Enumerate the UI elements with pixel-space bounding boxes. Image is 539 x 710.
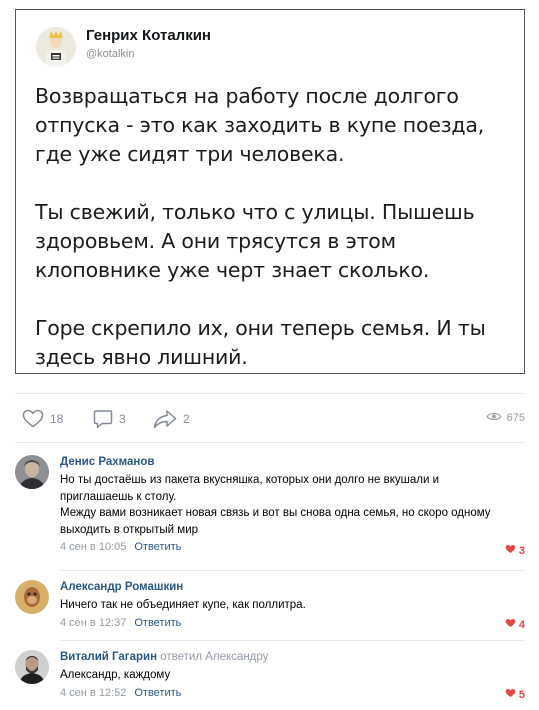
- comment-like-count: 4: [518, 618, 525, 631]
- view-count: 675: [506, 412, 525, 424]
- comment-count: 3: [119, 412, 126, 426]
- like-button[interactable]: 18: [22, 409, 63, 428]
- comment-meta: 4 сен в 12:52 Ответить: [60, 686, 515, 701]
- replied-to-label[interactable]: ответил Александру: [160, 651, 268, 663]
- commenter-name[interactable]: Денис Рахманов: [60, 455, 515, 470]
- heart-outline-icon: [22, 409, 44, 428]
- tweet-author-avatar[interactable]: [36, 27, 76, 67]
- comment-item: Денис Рахманов Но ты достаёшь из пакета …: [15, 455, 525, 565]
- divider: [60, 640, 525, 641]
- share-arrow-icon: [153, 409, 177, 429]
- post-action-bar: 18 3 2 675: [15, 404, 525, 434]
- heart-filled-icon: [505, 618, 516, 631]
- comment-like-button[interactable]: 5: [505, 688, 525, 701]
- comment-content: Денис Рахманов Но ты достаёшь из пакета …: [60, 455, 515, 555]
- speech-bubble-icon: [93, 409, 113, 429]
- tweet-author-handle[interactable]: @kotalkin: [86, 48, 134, 60]
- reply-link[interactable]: Ответить: [134, 541, 181, 553]
- comment-like-button[interactable]: 4: [505, 618, 525, 631]
- comment-text: Ничего так не объединяет купе, как полли…: [60, 599, 306, 611]
- comment-text: Александр, каждому: [60, 669, 171, 681]
- comment-content: Виталий Гагарин ответил Александру Алекс…: [60, 650, 515, 701]
- comment-meta: 4 сен в 12:37 Ответить: [60, 616, 515, 631]
- heart-filled-icon: [505, 544, 516, 557]
- tweet-paragraph-1: Возвращаться на работу после долгого отп…: [35, 84, 485, 166]
- eye-icon: [485, 411, 502, 425]
- tweet-paragraph-2: Ты свежий, только что с улицы. Пышешь зд…: [35, 200, 475, 282]
- comment-button[interactable]: 3: [93, 409, 126, 429]
- commenter-avatar[interactable]: [15, 650, 49, 684]
- comment-date[interactable]: 4 сен в 10:05: [60, 541, 126, 553]
- comment-content: Александр Ромашкин Ничего так не объедин…: [60, 580, 515, 631]
- like-count: 18: [50, 411, 64, 426]
- reply-link[interactable]: Ответить: [134, 687, 181, 699]
- comment-like-count: 5: [518, 688, 525, 701]
- tweet-author-name[interactable]: Генрих Коталкин: [86, 27, 211, 44]
- commenter-avatar[interactable]: [15, 580, 49, 614]
- view-counter: 675: [485, 411, 525, 425]
- divider: [60, 570, 525, 571]
- divider: [15, 393, 525, 394]
- comment-header: Виталий Гагарин ответил Александру: [60, 650, 515, 665]
- comment-item: Виталий Гагарин ответил Александру Алекс…: [15, 650, 525, 706]
- share-button[interactable]: 2: [153, 409, 190, 429]
- commenter-name[interactable]: Александр Ромашкин: [60, 580, 515, 595]
- comment-text: Но ты достаёшь из пакета вкусняшка, кото…: [60, 474, 491, 536]
- tweet-card: Генрих Коталкин @kotalkin Возвращаться н…: [15, 9, 525, 374]
- reply-link[interactable]: Ответить: [134, 617, 181, 629]
- comment-like-count: 3: [518, 544, 525, 557]
- divider: [15, 442, 525, 443]
- commenter-avatar[interactable]: [15, 455, 49, 489]
- comment-meta: 4 сен в 10:05 Ответить: [60, 540, 515, 555]
- comment-item: Александр Ромашкин Ничего так не объедин…: [15, 580, 525, 632]
- share-count: 2: [183, 412, 190, 426]
- comment-date[interactable]: 4 сен в 12:52: [60, 687, 126, 699]
- commenter-name[interactable]: Виталий Гагарин: [60, 651, 157, 663]
- heart-filled-icon: [505, 688, 516, 701]
- comment-date[interactable]: 4 сен в 12:37: [60, 617, 126, 629]
- comment-like-button[interactable]: 3: [505, 544, 525, 557]
- tweet-text: Возвращаться на работу после долгого отп…: [35, 82, 515, 372]
- tweet-paragraph-3: Горе скрепило их, они теперь семья. И ты…: [35, 316, 486, 369]
